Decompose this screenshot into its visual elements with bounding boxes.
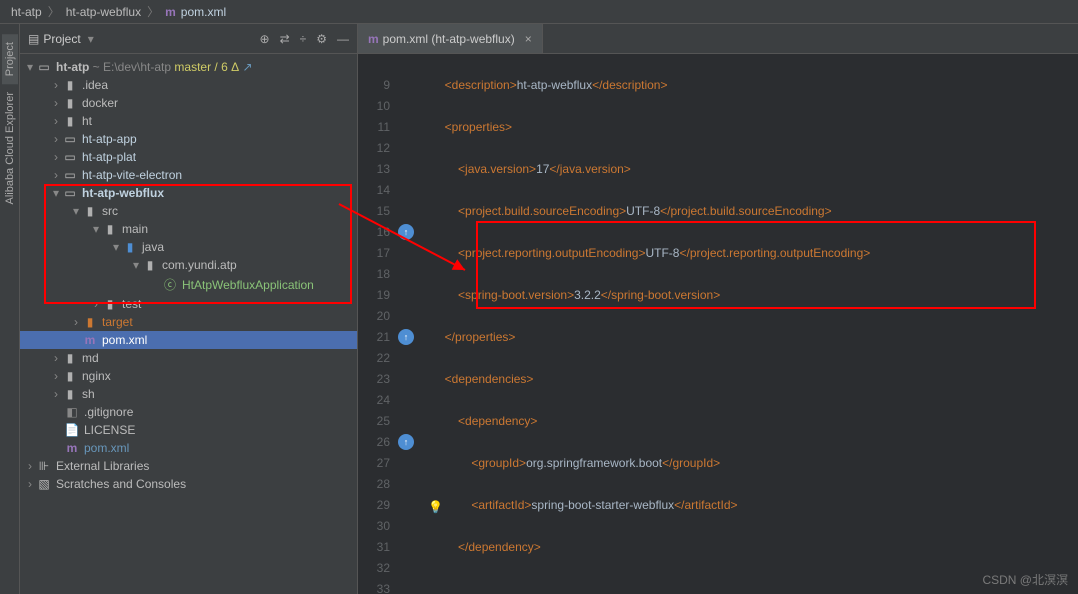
- hide-icon[interactable]: —: [337, 32, 349, 46]
- tree-item[interactable]: ›▮test: [20, 295, 357, 313]
- select-opened-file-icon[interactable]: ⊕: [260, 32, 270, 46]
- breadcrumb: ht-atp 〉 ht-atp-webflux 〉 m pom.xml: [0, 0, 1078, 24]
- tree-item[interactable]: ›▮nginx: [20, 367, 357, 385]
- tree-item[interactable]: ◧.gitignore: [20, 403, 357, 421]
- line-numbers: 9 10 11 12 13 14 15 16 17 18 19 20 21 22…: [358, 54, 398, 594]
- tool-tab-cloud[interactable]: Alibaba Cloud Explorer: [2, 84, 18, 213]
- close-icon[interactable]: ×: [525, 32, 532, 46]
- run-gutter-icon[interactable]: ↑: [398, 434, 414, 450]
- tree-item[interactable]: ›⊪External Libraries: [20, 457, 357, 475]
- tree-item[interactable]: ›▭ht-atp-vite-electron: [20, 166, 357, 184]
- tool-window-stripe: Project Alibaba Cloud Explorer: [0, 24, 20, 594]
- tree-item[interactable]: ›▮sh: [20, 385, 357, 403]
- tree-item[interactable]: ›▮ht: [20, 112, 357, 130]
- maven-icon: m: [368, 32, 379, 46]
- chevron-right-icon: 〉: [48, 3, 60, 20]
- project-panel: ▤ Project ▾ ⊕ ⇄ ÷ ⚙ — ▾▭ ht-atp: [20, 24, 358, 594]
- project-icon: ▤: [28, 32, 39, 46]
- expand-all-icon[interactable]: ⇄: [280, 32, 290, 46]
- code-area[interactable]: 9 10 11 12 13 14 15 16 17 18 19 20 21 22…: [358, 54, 1078, 594]
- tree-item[interactable]: ›▮docker: [20, 94, 357, 112]
- tree-item[interactable]: ▾▮java: [20, 238, 357, 256]
- tree-root[interactable]: ▾▭ ht-atp ~ E:\dev\ht-atp master / 6 Δ ↗: [20, 58, 357, 76]
- breadcrumb-root[interactable]: ht-atp: [11, 5, 42, 19]
- breadcrumb-file[interactable]: pom.xml: [181, 5, 226, 19]
- settings-icon[interactable]: ⚙: [316, 32, 327, 46]
- editor-tabs: m pom.xml (ht-atp-webflux) ×: [358, 24, 1078, 54]
- tree-item-app-class[interactable]: ⓒHtAtpWebfluxApplication: [20, 274, 357, 295]
- tree-item[interactable]: mpom.xml: [20, 439, 357, 457]
- collapse-all-icon[interactable]: ÷: [300, 32, 307, 46]
- tree-item[interactable]: ▾▮src: [20, 202, 357, 220]
- code-lines[interactable]: <description>ht-atp-webflux</description…: [418, 54, 1078, 594]
- tree-item[interactable]: 📄LICENSE: [20, 421, 357, 439]
- editor: m pom.xml (ht-atp-webflux) × 9 10 11 12 …: [358, 24, 1078, 594]
- project-header: ▤ Project ▾ ⊕ ⇄ ÷ ⚙ —: [20, 24, 357, 54]
- tree-item[interactable]: ›▮target: [20, 313, 357, 331]
- tree-item[interactable]: ›▮.idea: [20, 76, 357, 94]
- chevron-right-icon: 〉: [147, 3, 159, 20]
- tree-item[interactable]: ›▮md: [20, 349, 357, 367]
- tool-tab-project[interactable]: Project: [2, 34, 18, 84]
- dropdown-icon[interactable]: ▾: [85, 32, 97, 46]
- tree-item[interactable]: ›▭ht-atp-app: [20, 130, 357, 148]
- tree-item[interactable]: ›▭ht-atp-plat: [20, 148, 357, 166]
- gutter-marks: ↑ ↑ ↑ 💡: [398, 54, 418, 594]
- watermark: CSDN @北溟溟: [982, 571, 1068, 588]
- maven-icon: m: [165, 5, 176, 19]
- tree-item[interactable]: ▾▮main: [20, 220, 357, 238]
- tree-item[interactable]: ›▧Scratches and Consoles: [20, 475, 357, 493]
- tree-item[interactable]: ▾▮com.yundi.atp: [20, 256, 357, 274]
- bulb-icon[interactable]: 💡: [428, 497, 443, 518]
- tree-item-webflux[interactable]: ▾▭ht-atp-webflux: [20, 184, 357, 202]
- tab-pom[interactable]: m pom.xml (ht-atp-webflux) ×: [358, 24, 543, 53]
- tree-item-pom[interactable]: mpom.xml: [20, 331, 357, 349]
- project-title: Project: [43, 32, 80, 46]
- project-tree[interactable]: ▾▭ ht-atp ~ E:\dev\ht-atp master / 6 Δ ↗…: [20, 54, 357, 594]
- breadcrumb-module[interactable]: ht-atp-webflux: [66, 5, 141, 19]
- run-gutter-icon[interactable]: ↑: [398, 329, 414, 345]
- run-gutter-icon[interactable]: ↑: [398, 224, 414, 240]
